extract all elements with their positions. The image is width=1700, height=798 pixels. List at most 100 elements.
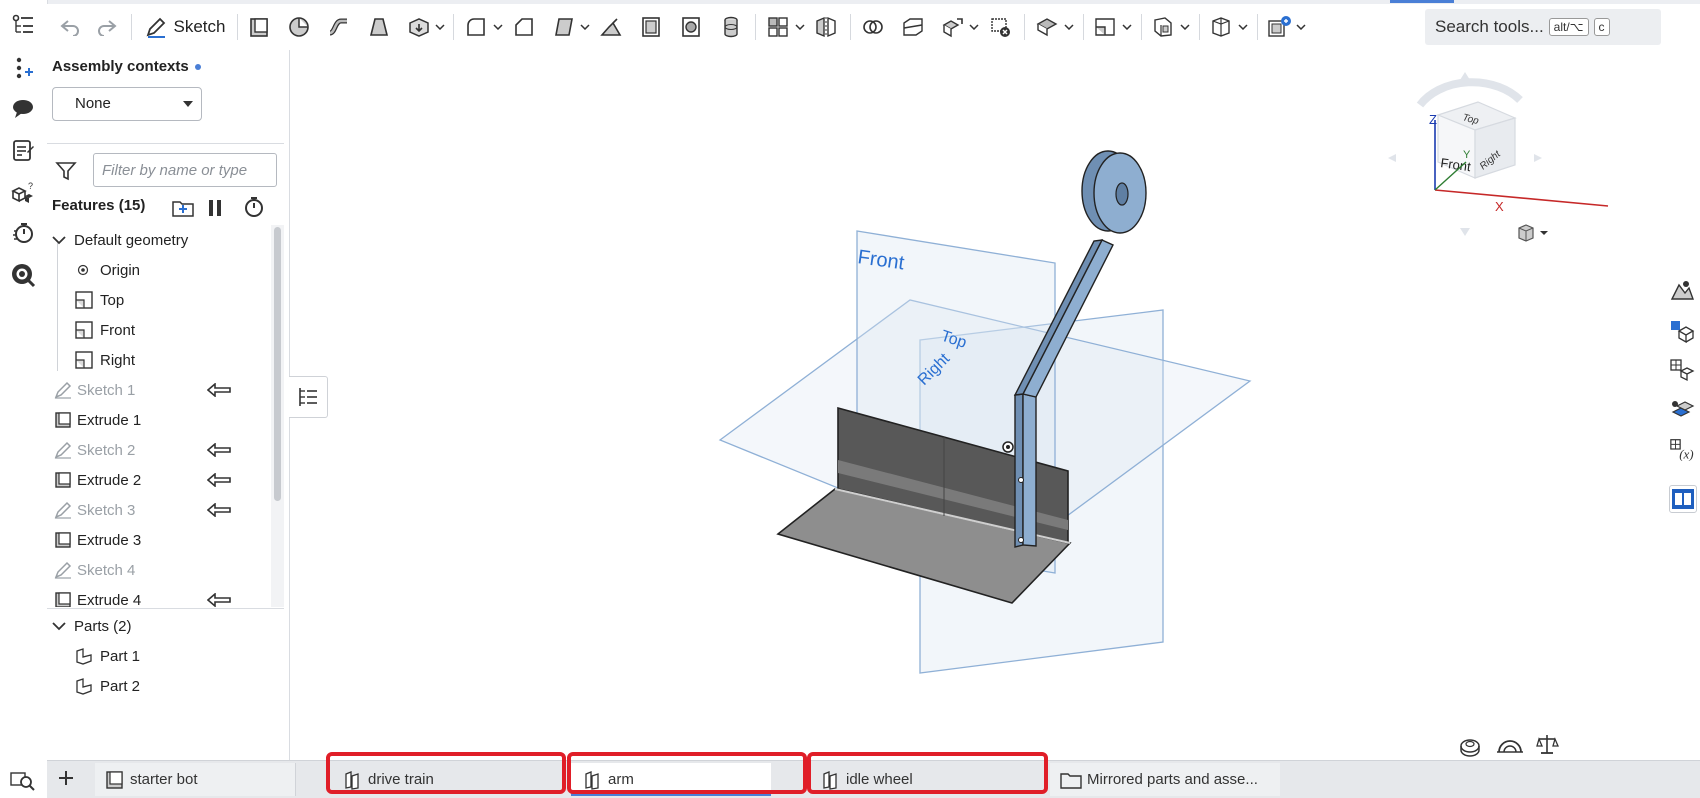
section-view-icon[interactable]: [1497, 740, 1523, 753]
chevron-down-icon[interactable]: [578, 13, 592, 41]
pattern-tool-icon[interactable]: [763, 13, 793, 41]
view-cube[interactable]: Top Front Right Z Y X: [1388, 72, 1609, 236]
rollback-arrow-icon[interactable]: [206, 472, 231, 491]
feature-row-right[interactable]: Right: [47, 345, 272, 375]
view-cube-arrow-down[interactable]: [1460, 228, 1470, 236]
shortcut-key: alt/⌥: [1548, 18, 1589, 36]
draft-tool-icon[interactable]: [549, 13, 579, 41]
default-geometry-row[interactable]: Default geometry: [47, 225, 272, 255]
extrude-tool-icon[interactable]: [244, 13, 274, 41]
feature-row-extrude-2[interactable]: Extrude 2: [47, 465, 272, 495]
view-mode-dropdown[interactable]: [1518, 224, 1548, 242]
feature-row-sketch-4[interactable]: Sketch 4: [47, 555, 272, 585]
model-scene[interactable]: Front Top Right Top Front Right Z Y X: [290, 50, 1650, 760]
feature-list-icon[interactable]: [10, 12, 36, 38]
chevron-down-icon[interactable]: [1178, 13, 1192, 41]
variable-studio-icon[interactable]: (x): [1669, 436, 1695, 462]
chevron-down-icon[interactable]: [491, 13, 505, 41]
feature-row-sketch-1[interactable]: Sketch 1: [47, 375, 272, 405]
mirror-tool-icon[interactable]: [811, 13, 841, 41]
pause-icon[interactable]: [207, 199, 223, 222]
comments-icon[interactable]: [10, 95, 36, 121]
arm-upright[interactable]: [1022, 393, 1037, 547]
analysis-icon[interactable]: [10, 262, 36, 288]
parts-header-row[interactable]: Parts (2): [47, 611, 272, 641]
appearance-icon[interactable]: [1669, 278, 1695, 304]
view-cube-rotate-ring[interactable]: [1416, 78, 1523, 108]
feature-row-extrude-3[interactable]: Extrude 3: [47, 525, 272, 555]
add-tab-button[interactable]: [55, 767, 77, 789]
configurations-icon[interactable]: ?: [10, 180, 36, 206]
feature-row-top[interactable]: Top: [47, 285, 272, 315]
part-row[interactable]: Part 1: [47, 641, 272, 671]
undo-icon[interactable]: [56, 13, 84, 41]
chamfer-tool-icon[interactable]: [509, 13, 539, 41]
chevron-down-icon[interactable]: [1062, 13, 1076, 41]
chevron-down-icon[interactable]: [1120, 13, 1134, 41]
search-document-icon[interactable]: [10, 770, 36, 797]
feature-row-extrude-1[interactable]: Extrude 1: [47, 405, 272, 435]
notes-icon[interactable]: [10, 137, 36, 163]
x-axis-line: [1434, 189, 1609, 207]
plane-tool-icon[interactable]: [1090, 13, 1120, 41]
tab-mirrored-parts-folder[interactable]: Mirrored parts and asse...: [1050, 763, 1280, 796]
rib-tool-icon[interactable]: [596, 13, 626, 41]
cylinder-tool-icon[interactable]: [716, 13, 746, 41]
tab-starter-bot[interactable]: starter bot: [95, 763, 296, 796]
view-cube-arrow-right[interactable]: [1534, 154, 1542, 162]
insert-feature-icon[interactable]: [10, 55, 36, 81]
sketch-button[interactable]: Sketch: [139, 13, 231, 41]
filter-input[interactable]: [93, 153, 277, 187]
graphics-viewport[interactable]: Front Top Right Top Front Right Z Y X: [290, 50, 1650, 760]
chevron-down-icon[interactable]: [50, 617, 68, 635]
stopwatch-icon[interactable]: [10, 220, 36, 246]
sweep-tool-icon[interactable]: [324, 13, 354, 41]
toolbar-separator: [237, 14, 238, 40]
rollback-arrow-icon[interactable]: [206, 382, 231, 401]
measure-tool-icon[interactable]: [1460, 739, 1480, 757]
exploded-view-icon[interactable]: [1669, 397, 1695, 423]
search-tools-button[interactable]: Search tools... alt/⌥ c: [1425, 9, 1661, 45]
rollback-arrow-icon[interactable]: [206, 502, 231, 521]
rollback-arrow-icon[interactable]: [206, 592, 231, 607]
chevron-down-icon[interactable]: [1236, 13, 1250, 41]
feature-row-origin[interactable]: Origin: [47, 255, 272, 285]
split-tool-icon[interactable]: [898, 13, 928, 41]
variable-table-icon[interactable]: [1669, 357, 1695, 383]
chevron-down-icon[interactable]: [50, 231, 68, 249]
view-cube-arrow-left[interactable]: [1388, 154, 1396, 162]
part-row[interactable]: Part 2: [47, 671, 272, 701]
chevron-down-icon[interactable]: [967, 13, 981, 41]
feature-row-front[interactable]: Front: [47, 315, 272, 345]
derived-part-icon[interactable]: [1206, 13, 1236, 41]
thicken-tool-icon[interactable]: [404, 13, 434, 41]
shell-tool-icon[interactable]: [636, 13, 666, 41]
documentation-icon[interactable]: [1669, 485, 1697, 513]
chevron-down-icon[interactable]: [433, 13, 447, 41]
sheet-metal-icon[interactable]: [1032, 13, 1062, 41]
assembly-context-select[interactable]: None: [52, 87, 202, 121]
boolean-tool-icon[interactable]: [858, 13, 888, 41]
scrollbar-thumb[interactable]: [274, 227, 281, 501]
rollback-arrow-icon[interactable]: [206, 442, 231, 461]
feature-timer-icon[interactable]: [243, 196, 265, 223]
chevron-down-icon[interactable]: [793, 13, 807, 41]
mass-properties-icon[interactable]: [1536, 735, 1559, 754]
revolve-tool-icon[interactable]: [284, 13, 314, 41]
feature-row-sketch-2[interactable]: Sketch 2: [47, 435, 272, 465]
transform-tool-icon[interactable]: [938, 13, 968, 41]
feature-tree-scrollbar[interactable]: [271, 225, 284, 607]
feature-row-sketch-3[interactable]: Sketch 3: [47, 495, 272, 525]
bom-table-icon[interactable]: [1669, 318, 1695, 344]
custom-feature-icon[interactable]: [1264, 13, 1294, 41]
fillet-tool-icon[interactable]: [461, 13, 491, 41]
add-folder-icon[interactable]: [171, 196, 195, 223]
hole-tool-icon[interactable]: [676, 13, 706, 41]
chevron-down-icon[interactable]: [1294, 13, 1308, 41]
mate-connector-icon[interactable]: [1148, 13, 1178, 41]
feature-row-extrude-4[interactable]: Extrude 4: [47, 585, 272, 607]
redo-icon[interactable]: [93, 13, 121, 41]
filter-icon[interactable]: [55, 160, 77, 187]
loft-tool-icon[interactable]: [364, 13, 394, 41]
delete-part-icon[interactable]: [985, 13, 1015, 41]
